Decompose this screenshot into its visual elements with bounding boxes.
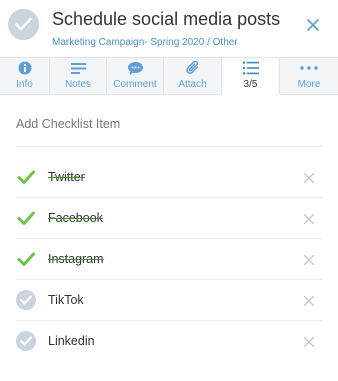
checklist-item-label[interactable]: TikTok xyxy=(48,293,84,307)
checklist-item-label[interactable]: Linkedin xyxy=(48,334,95,348)
checkmark-icon xyxy=(20,336,32,346)
checkmark-icon xyxy=(15,17,32,31)
checklist-item-toggle[interactable] xyxy=(16,167,36,187)
tab-more[interactable]: More xyxy=(280,57,338,95)
tab-notes[interactable]: Notes xyxy=(50,57,107,95)
checklist-item: Linkedin xyxy=(16,321,322,362)
checklist-item-label[interactable]: Instagram xyxy=(48,252,104,266)
close-button[interactable] xyxy=(305,17,321,33)
tab-attach-label: Attach xyxy=(178,79,207,90)
tab-attach[interactable]: Attach xyxy=(164,57,222,95)
close-icon xyxy=(303,213,315,225)
checklist-item-toggle[interactable] xyxy=(16,208,36,228)
checklist-item: Twitter xyxy=(16,157,322,198)
tab-comment[interactable]: Comment xyxy=(107,57,164,95)
remove-item-button[interactable] xyxy=(303,171,315,184)
tab-comment-label: Comment xyxy=(113,79,157,90)
close-icon xyxy=(307,19,319,31)
close-icon xyxy=(303,336,315,348)
checklist-item: Facebook xyxy=(16,198,322,239)
checklist-item: Instagram xyxy=(16,239,322,280)
paperclip-icon xyxy=(185,60,200,76)
checklist-item-label[interactable]: Facebook xyxy=(48,211,103,225)
checkmark-icon xyxy=(20,295,32,305)
close-icon xyxy=(303,172,315,184)
comment-icon xyxy=(127,60,144,76)
task-title[interactable]: Schedule social media posts xyxy=(52,9,280,30)
checklist-item: TikTok xyxy=(16,280,322,321)
more-icon xyxy=(300,60,318,76)
info-icon xyxy=(18,60,32,76)
input-underline xyxy=(16,146,322,147)
remove-item-button[interactable] xyxy=(303,335,315,348)
close-icon xyxy=(303,295,315,307)
checklist-item-toggle[interactable] xyxy=(16,249,36,269)
tab-info-label: Info xyxy=(16,79,33,90)
tab-more-label: More xyxy=(297,79,321,90)
checklist-item-toggle[interactable] xyxy=(16,331,36,351)
add-checklist-item-input[interactable]: Add Checklist Item xyxy=(16,117,120,131)
remove-item-button[interactable] xyxy=(303,294,315,307)
tab-checklist[interactable]: 3/5 xyxy=(222,57,280,95)
remove-item-button[interactable] xyxy=(303,253,315,266)
green-checkmark-icon xyxy=(17,211,35,225)
notes-icon xyxy=(70,60,86,76)
tab-info[interactable]: Info xyxy=(0,57,50,95)
green-checkmark-icon xyxy=(17,252,35,266)
checklist-item-toggle[interactable] xyxy=(16,290,36,310)
tab-checklist-label: 3/5 xyxy=(243,79,258,90)
breadcrumb[interactable]: Marketing Campaign- Spring 2020 / Other xyxy=(52,37,238,48)
tab-notes-label: Notes xyxy=(64,79,92,90)
checklist-icon xyxy=(242,60,259,76)
checklist-item-label[interactable]: Twitter xyxy=(48,170,85,184)
checklist: Twitter Facebook Instagram TikTok Linked… xyxy=(16,157,322,362)
tab-bar: Info Notes Comment Attach 3/5 More xyxy=(0,57,338,95)
remove-item-button[interactable] xyxy=(303,212,315,225)
close-icon xyxy=(303,254,315,266)
task-complete-toggle[interactable] xyxy=(8,9,39,40)
green-checkmark-icon xyxy=(17,170,35,184)
task-header: Schedule social media posts Marketing Ca… xyxy=(0,0,338,56)
